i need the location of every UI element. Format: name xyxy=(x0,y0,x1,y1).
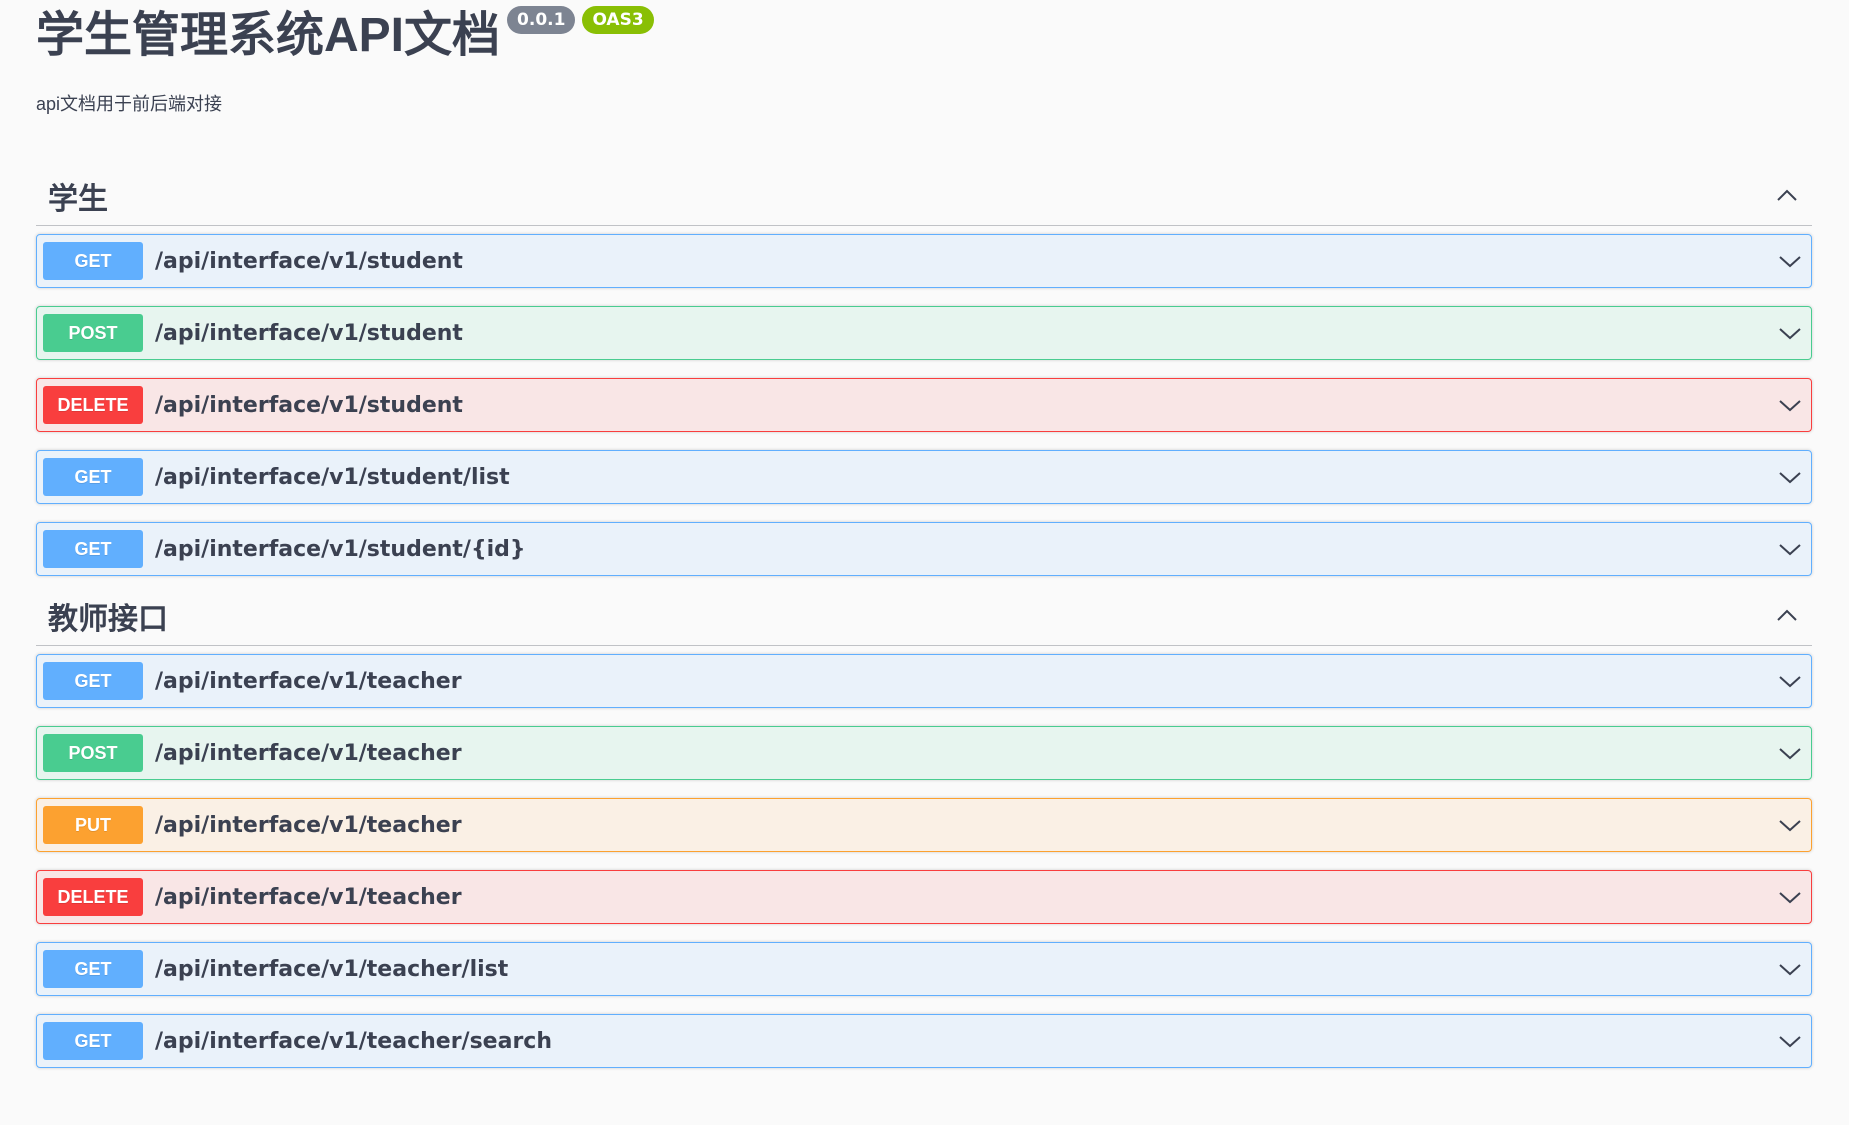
operation-row[interactable]: GET /api/interface/v1/teacher/search xyxy=(36,1014,1812,1068)
operations-list: GET /api/interface/v1/teacher POST /api/… xyxy=(36,654,1812,1068)
operation-row[interactable]: GET /api/interface/v1/student/{id} xyxy=(36,522,1812,576)
swagger-page: 学生管理系统API文档 0.0.1 OAS3 api文档用于前后端对接 学生 G… xyxy=(0,0,1849,1125)
tag-name: 学生 xyxy=(48,182,108,216)
tag-header-student[interactable]: 学生 xyxy=(36,166,1812,226)
method-badge: GET xyxy=(43,458,143,496)
operation-row[interactable]: DELETE /api/interface/v1/student xyxy=(36,378,1812,432)
chevron-down-icon[interactable] xyxy=(1777,884,1803,910)
operation-path: /api/interface/v1/teacher xyxy=(155,740,462,766)
operation-row[interactable]: DELETE /api/interface/v1/teacher xyxy=(36,870,1812,924)
oas-badge: OAS3 xyxy=(582,6,654,34)
chevron-down-icon[interactable] xyxy=(1777,392,1803,418)
operation-path: /api/interface/v1/teacher xyxy=(155,812,462,838)
operation-path: /api/interface/v1/student xyxy=(155,392,463,418)
method-badge: POST xyxy=(43,734,143,772)
chevron-down-icon[interactable] xyxy=(1777,248,1803,274)
operation-row[interactable]: GET /api/interface/v1/student/list xyxy=(36,450,1812,504)
operation-path: /api/interface/v1/student/{id} xyxy=(155,536,526,562)
chevron-down-icon[interactable] xyxy=(1777,956,1803,982)
chevron-down-icon[interactable] xyxy=(1777,320,1803,346)
operation-row[interactable]: GET /api/interface/v1/teacher/list xyxy=(36,942,1812,996)
chevron-down-icon[interactable] xyxy=(1777,740,1803,766)
method-badge: GET xyxy=(43,530,143,568)
operation-path: /api/interface/v1/teacher xyxy=(155,668,462,694)
operation-row[interactable]: POST /api/interface/v1/teacher xyxy=(36,726,1812,780)
version-badge: 0.0.1 xyxy=(507,6,576,34)
chevron-down-icon[interactable] xyxy=(1777,812,1803,838)
tag-section-teacher: 教师接口 GET /api/interface/v1/teacher POST … xyxy=(36,586,1812,1068)
method-badge: DELETE xyxy=(43,878,143,916)
api-description: api文档用于前后端对接 xyxy=(36,94,223,114)
method-badge: DELETE xyxy=(43,386,143,424)
tag-name: 教师接口 xyxy=(48,602,168,636)
method-badge: PUT xyxy=(43,806,143,844)
method-badge: GET xyxy=(43,662,143,700)
operations-list: GET /api/interface/v1/student POST /api/… xyxy=(36,234,1812,576)
operation-row[interactable]: GET /api/interface/v1/teacher xyxy=(36,654,1812,708)
operation-path: /api/interface/v1/teacher/search xyxy=(155,1028,552,1054)
operation-path: /api/interface/v1/teacher/list xyxy=(155,956,509,982)
method-badge: GET xyxy=(43,1022,143,1060)
method-badge: GET xyxy=(43,950,143,988)
operation-row[interactable]: POST /api/interface/v1/student xyxy=(36,306,1812,360)
operation-row[interactable]: PUT /api/interface/v1/teacher xyxy=(36,798,1812,852)
tag-header-teacher[interactable]: 教师接口 xyxy=(36,586,1812,646)
operation-row[interactable]: GET /api/interface/v1/student xyxy=(36,234,1812,288)
api-title: 学生管理系统API文档 xyxy=(36,9,501,62)
chevron-down-icon[interactable] xyxy=(1777,464,1803,490)
method-badge: POST xyxy=(43,314,143,352)
chevron-up-icon[interactable] xyxy=(1774,183,1800,209)
method-badge: GET xyxy=(43,242,143,280)
chevron-down-icon[interactable] xyxy=(1777,668,1803,694)
chevron-down-icon[interactable] xyxy=(1777,536,1803,562)
operation-path: /api/interface/v1/student/list xyxy=(155,464,510,490)
title-row: 学生管理系统API文档 0.0.1 OAS3 xyxy=(36,6,1812,68)
api-info: 学生管理系统API文档 0.0.1 OAS3 api文档用于前后端对接 xyxy=(36,0,1812,116)
operation-path: /api/interface/v1/student xyxy=(155,248,463,274)
operation-path: /api/interface/v1/teacher xyxy=(155,884,462,910)
chevron-up-icon[interactable] xyxy=(1774,603,1800,629)
tag-section-student: 学生 GET /api/interface/v1/student POST /a… xyxy=(36,166,1812,576)
chevron-down-icon[interactable] xyxy=(1777,1028,1803,1054)
operation-path: /api/interface/v1/student xyxy=(155,320,463,346)
